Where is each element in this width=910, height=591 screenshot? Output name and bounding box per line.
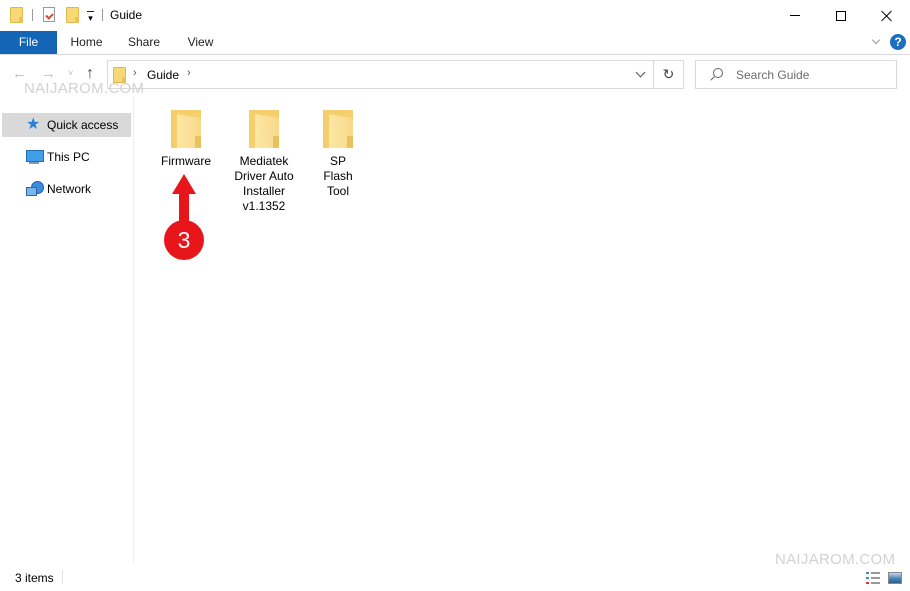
- folder-item-mediatek-driver[interactable]: Mediatek Driver Auto Installer v1.1352: [226, 110, 302, 214]
- star-icon: ★: [26, 116, 41, 133]
- sidebar-item-quick-access[interactable]: ★ Quick access: [2, 113, 131, 137]
- pane-divider[interactable]: [133, 96, 134, 564]
- watermark: NAIJAROM.COM: [775, 551, 896, 568]
- maximize-button[interactable]: [818, 0, 864, 31]
- breadcrumb-guide[interactable]: Guide: [147, 68, 179, 82]
- folder-item-firmware[interactable]: Firmware: [148, 110, 224, 169]
- address-dropdown-chevron-icon[interactable]: [631, 61, 651, 88]
- close-button[interactable]: [864, 0, 910, 31]
- folder-icon: [171, 110, 201, 148]
- toolbar-separator: [102, 9, 103, 21]
- arrow-head: [172, 174, 196, 222]
- close-icon: [881, 10, 893, 22]
- sidebar-item-label: This PC: [47, 150, 90, 164]
- new-folder-icon[interactable]: [66, 7, 79, 23]
- sidebar-item-this-pc[interactable]: This PC: [2, 145, 131, 169]
- sidebar-item-network[interactable]: Network: [2, 177, 131, 201]
- breadcrumb-chevron-icon[interactable]: ›: [133, 67, 137, 79]
- step-number: 3: [178, 227, 191, 253]
- folder-name: Firmware: [161, 154, 211, 168]
- expand-ribbon-chevron-icon[interactable]: [870, 36, 882, 48]
- folder-name: SP Flash Tool: [323, 154, 353, 198]
- customize-toolbar-dropdown-icon[interactable]: ▾: [86, 9, 95, 23]
- large-icons-view-icon[interactable]: [888, 572, 902, 584]
- maximize-icon: [836, 10, 846, 21]
- search-placeholder: Search Guide: [736, 68, 810, 82]
- ribbon: File Home Share View ?: [0, 31, 910, 55]
- annotation-arrow: 3: [164, 174, 204, 260]
- network-icon: [26, 181, 44, 197]
- tab-share[interactable]: Share: [116, 31, 172, 54]
- folder-icon: [249, 110, 279, 148]
- folder-icon: [323, 110, 353, 148]
- search-icon: [709, 68, 723, 82]
- tab-home[interactable]: Home: [59, 31, 114, 54]
- breadcrumb-chevron-icon[interactable]: ›: [187, 67, 191, 79]
- tab-file[interactable]: File: [0, 31, 57, 54]
- title-bar: ▾ Guide: [0, 0, 910, 31]
- tab-view[interactable]: View: [174, 31, 227, 54]
- help-button[interactable]: ?: [890, 34, 906, 50]
- sidebar-item-label: Quick access: [47, 118, 119, 132]
- minimize-icon: [790, 15, 800, 16]
- item-count: 3 items: [15, 571, 54, 585]
- properties-icon[interactable]: [43, 7, 55, 22]
- folder-name: Mediatek Driver Auto Installer v1.1352: [234, 154, 294, 213]
- refresh-button[interactable]: ↻: [653, 61, 683, 88]
- address-bar[interactable]: › Guide › ↻: [107, 60, 684, 89]
- computer-icon: [26, 149, 44, 165]
- recent-locations-chevron-icon[interactable]: ˅: [68, 68, 73, 78]
- window-title: Guide: [110, 8, 143, 22]
- status-separator: [62, 570, 63, 584]
- watermark: NAIJAROM.COM: [24, 80, 145, 97]
- search-input[interactable]: Search Guide: [695, 60, 897, 89]
- folder-icon: [10, 7, 23, 23]
- minimize-button[interactable]: [772, 0, 818, 31]
- folder-item-sp-flash-tool[interactable]: SP Flash Tool: [300, 110, 376, 199]
- navigation-pane: ★ Quick access This PC Network: [0, 100, 133, 562]
- sidebar-item-label: Network: [47, 182, 92, 196]
- toolbar-separator: [32, 9, 33, 21]
- details-view-icon[interactable]: [866, 572, 880, 584]
